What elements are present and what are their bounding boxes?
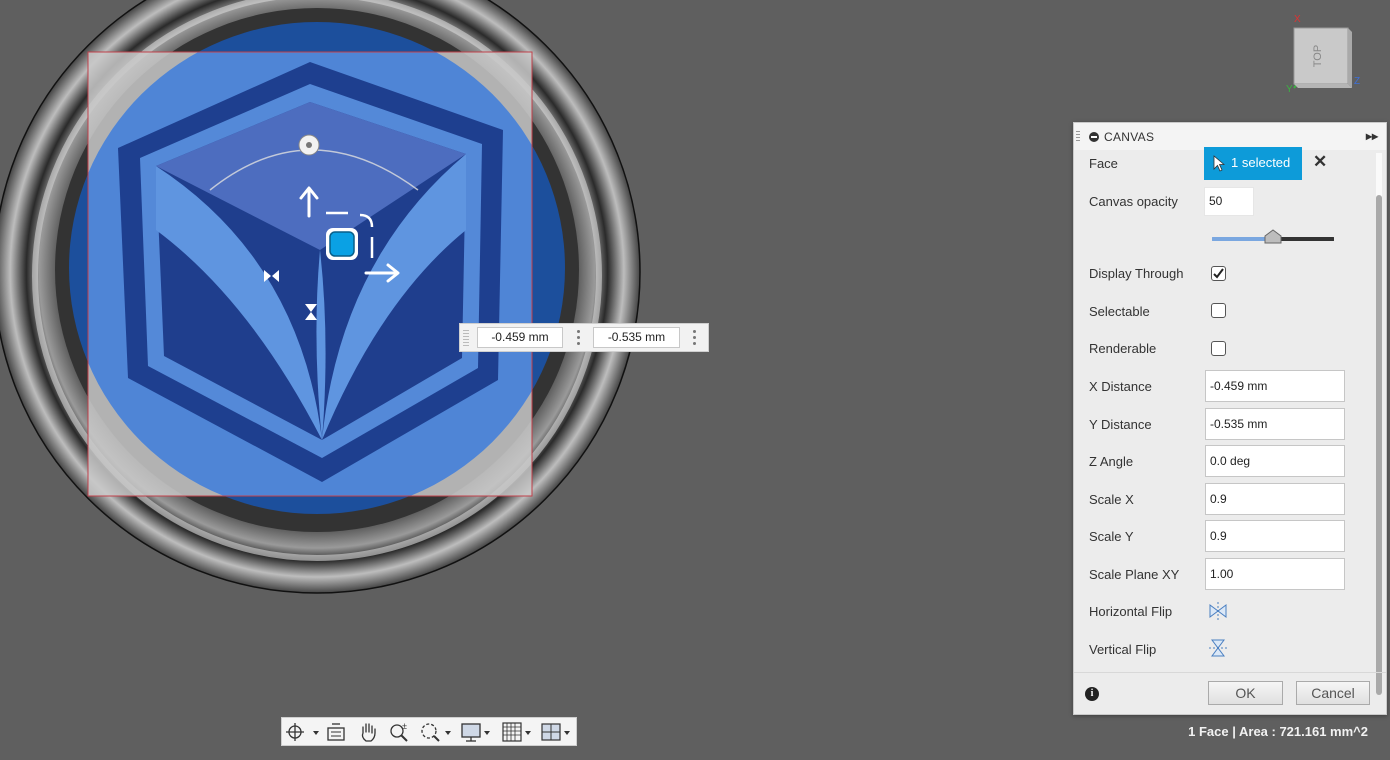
y-distance-floating-input[interactable]: -0.535 mm [593, 327, 680, 348]
view-cube-face-label: TOP [1312, 45, 1324, 67]
x-distance-floating-input[interactable]: -0.459 mm [477, 327, 563, 348]
y-axis-label: Y [1286, 84, 1293, 94]
drag-grip[interactable] [463, 330, 469, 346]
display-through-checkbox[interactable] [1211, 266, 1226, 281]
dialog-scrollbar[interactable] [1376, 153, 1382, 695]
scrollbar-thumb[interactable] [1376, 195, 1382, 695]
info-icon[interactable]: i [1085, 687, 1099, 701]
display-through-label: Display Through [1089, 266, 1184, 281]
vertical-flip-label: Vertical Flip [1089, 642, 1157, 657]
dialog-grip-icon[interactable] [1076, 131, 1080, 143]
look-at-icon[interactable] [325, 721, 347, 743]
z-angle-label: Z Angle [1089, 454, 1134, 469]
scale-plane-xy-input[interactable]: 1.00 [1205, 558, 1345, 590]
checkmark-icon [1213, 268, 1224, 279]
dialog-title: CANVAS [1104, 130, 1155, 144]
x-axis-label: X [1294, 14, 1301, 25]
horizontal-flip-label: Horizontal Flip [1089, 604, 1173, 619]
collapse-icon[interactable] [1089, 132, 1099, 142]
scale-y-input[interactable]: 0.9 [1205, 520, 1345, 552]
display-settings-icon[interactable] [460, 721, 496, 743]
dialog-footer: i OK Cancel [1074, 672, 1386, 715]
scale-x-label: Scale X [1089, 492, 1134, 507]
x-distance-label: X Distance [1089, 379, 1152, 394]
view-cube[interactable]: TOP X Y Z [1286, 10, 1366, 95]
canvas-opacity-input[interactable]: 50 [1204, 187, 1254, 216]
y-distance-label: Y Distance [1089, 417, 1152, 432]
horizontal-flip-icon[interactable] [1208, 601, 1228, 621]
x-input-options-icon[interactable] [577, 330, 581, 347]
face-label: Face [1089, 156, 1118, 171]
face-selection-label: 1 selected [1231, 155, 1291, 170]
navigation-toolbar: ± [281, 717, 577, 746]
zoom-icon[interactable]: ± [388, 721, 410, 743]
ok-button[interactable]: OK [1208, 681, 1283, 705]
renderable-checkbox[interactable] [1211, 341, 1226, 356]
orbit-icon[interactable] [285, 721, 321, 743]
canvas-opacity-slider[interactable] [1212, 229, 1334, 249]
grid-icon[interactable] [501, 721, 537, 743]
viewports-icon[interactable] [540, 721, 576, 743]
face-selection-button[interactable]: 1 selected [1204, 147, 1302, 180]
canvas-dialog: CANVAS ▸▸ Face 1 selected ✕ Canvas opaci… [1073, 122, 1387, 715]
scale-plane-xy-label: Scale Plane XY [1089, 567, 1180, 582]
selection-status: 1 Face | Area : 721.161 mm^2 [1188, 724, 1368, 739]
dialog-header[interactable]: CANVAS ▸▸ [1074, 123, 1386, 150]
svg-text:±: ± [402, 721, 407, 731]
canvas-opacity-label: Canvas opacity [1089, 194, 1178, 209]
cancel-button[interactable]: Cancel [1296, 681, 1370, 705]
x-distance-input[interactable]: -0.459 mm [1205, 370, 1345, 402]
selectable-checkbox[interactable] [1211, 303, 1226, 318]
clear-selection-icon[interactable]: ✕ [1313, 152, 1327, 172]
scale-x-input[interactable]: 0.9 [1205, 483, 1345, 515]
pan-icon[interactable] [357, 721, 379, 743]
y-distance-input[interactable]: -0.535 mm [1205, 408, 1345, 440]
slider-thumb [1264, 229, 1282, 244]
renderable-label: Renderable [1089, 341, 1157, 356]
y-input-options-icon[interactable] [693, 330, 697, 347]
cursor-arrow-icon [1213, 155, 1225, 172]
scale-y-label: Scale Y [1089, 529, 1134, 544]
selectable-label: Selectable [1089, 304, 1150, 319]
vertical-flip-icon[interactable] [1208, 638, 1228, 658]
fit-icon[interactable] [419, 721, 455, 743]
floating-distance-inputs: -0.459 mm -0.535 mm [459, 323, 709, 352]
z-axis-label: Z [1354, 76, 1360, 87]
expand-dialog-icon[interactable]: ▸▸ [1366, 129, 1378, 143]
z-angle-input[interactable]: 0.0 deg [1205, 445, 1345, 477]
